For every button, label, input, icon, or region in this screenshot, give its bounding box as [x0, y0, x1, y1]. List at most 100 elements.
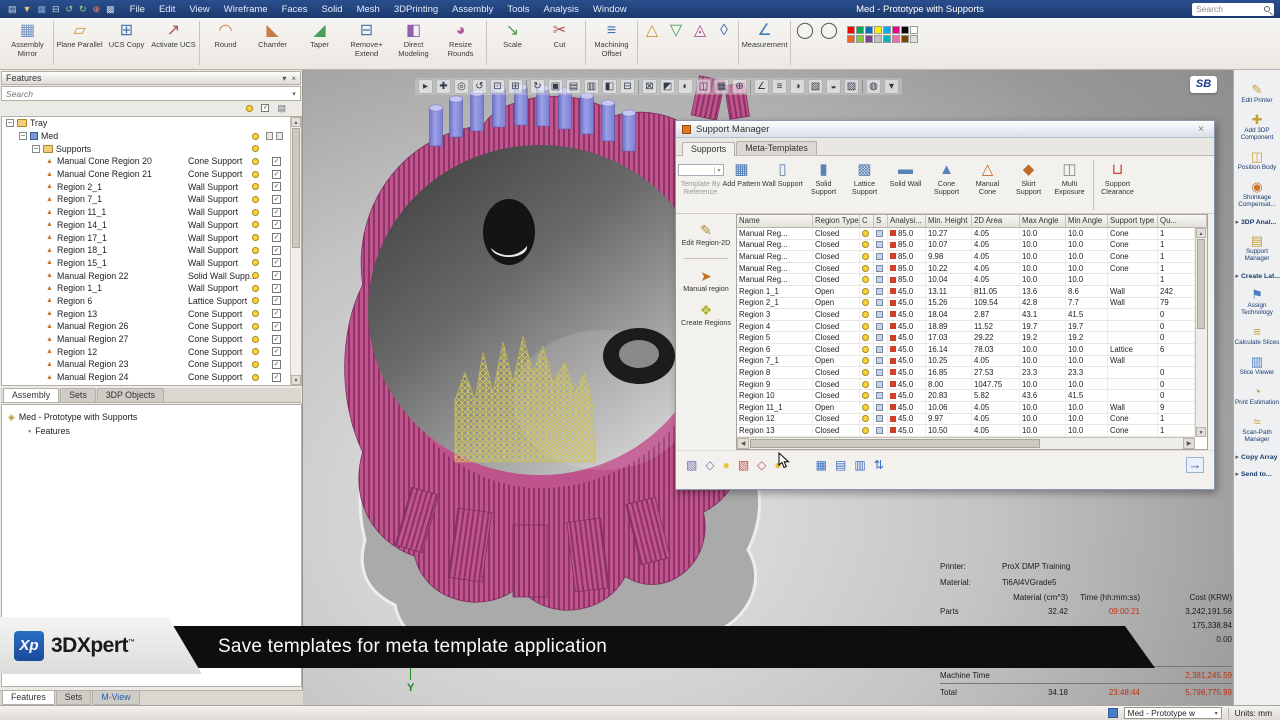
cell-visibility[interactable] — [860, 332, 874, 343]
tree-row[interactable]: ▲ Manual Region 24 Cone Support ✓ — [2, 371, 290, 384]
cell-solid[interactable] — [874, 413, 888, 425]
scroll-up-icon[interactable]: ▲ — [1196, 228, 1206, 238]
tool-add-pattern[interactable]: ▦ Add Pattern — [721, 160, 762, 188]
scroll-down-icon[interactable]: ▼ — [1196, 427, 1206, 437]
tool-edit-region-2d[interactable]: ✎ Edit Region-2D — [680, 222, 732, 247]
visibility-bulb-icon[interactable] — [252, 183, 259, 191]
tree-row[interactable]: ▲ Manual Cone Region 20 Cone Support ✓ — [2, 155, 290, 168]
table-row[interactable]: Region 5 Closed 45.0 17.03 29.22 19.2 19.2 0 — [737, 332, 1195, 344]
ribbon-tool-button[interactable]: ▽ — [664, 21, 688, 59]
visibility-column-icon[interactable] — [246, 104, 254, 112]
visibility-bulb-icon[interactable] — [252, 246, 259, 254]
tree-row[interactable]: − Tray — [2, 117, 290, 130]
scroll-thumb[interactable] — [750, 439, 1040, 448]
visibility-bulb-icon[interactable] — [252, 284, 259, 292]
visibility-bulb-icon[interactable] — [252, 348, 259, 356]
ribbon-cut[interactable]: ✂ Cut — [536, 21, 583, 59]
print-icon[interactable]: ⊟ — [52, 4, 60, 14]
cell-visibility[interactable] — [860, 378, 874, 390]
sidebar-item-scan-path-manager[interactable]: ≈ Scan-Path Manager — [1234, 414, 1280, 443]
visibility-bulb-icon[interactable] — [252, 157, 259, 165]
cell-solid[interactable] — [874, 285, 888, 297]
menu-window[interactable]: Window — [586, 4, 634, 15]
column-header-support-type[interactable]: Support type — [1108, 215, 1158, 227]
column-header-s[interactable]: S — [874, 215, 888, 227]
tree-row[interactable]: − Med — [2, 130, 290, 143]
table-row[interactable]: Region 13 Closed 45.0 10.50 4.05 10.0 10.0 Cone… — [737, 425, 1195, 437]
cell-visibility[interactable] — [860, 343, 874, 355]
ribbon-tool-button[interactable]: ◯ — [793, 21, 817, 59]
tool-create-regions[interactable]: ❖ Create Regions — [680, 302, 732, 327]
visibility-bulb-icon[interactable] — [252, 322, 259, 330]
more-icon[interactable]: ▾ — [884, 79, 899, 94]
dialog-tab-supports[interactable]: Supports — [682, 142, 736, 156]
dialog-tab-meta-templates[interactable]: Meta-Templates — [736, 141, 817, 155]
assembly-features-row[interactable]: ▪ Features — [2, 424, 301, 438]
palette-color-swatch[interactable] — [901, 35, 909, 43]
checkbox[interactable]: ✓ — [272, 233, 281, 243]
cell-visibility[interactable] — [860, 425, 874, 436]
sidebar-group-send-to[interactable]: ▸ Send to... — [1236, 470, 1280, 479]
template-combo[interactable]: ▾ — [677, 164, 724, 176]
table-row[interactable]: Region 4 Closed 45.0 18.89 11.52 19.7 19.7 0 — [737, 320, 1195, 333]
table-row[interactable]: Region 10 Closed 45.0 20.83 5.82 43.6 41.5 0 — [737, 390, 1195, 402]
checkbox[interactable]: ✓ — [272, 258, 281, 268]
column-header-max-angle[interactable]: Max Angle — [1020, 215, 1066, 227]
measure-icon[interactable]: ≡ — [772, 79, 787, 94]
tool-multi-exposure[interactable]: ◫ Multi Exposure — [1049, 160, 1090, 196]
checkbox[interactable]: ✓ — [272, 334, 281, 344]
ucs-icon[interactable]: ⊕ — [93, 4, 101, 14]
tab-sets[interactable]: Sets — [60, 388, 96, 402]
ribbon-tool-button[interactable]: ◯ — [817, 21, 841, 59]
sidebar-item-calculate-slices[interactable]: ≡ Calculate Slices — [1234, 324, 1280, 346]
palette-color-swatch[interactable] — [856, 35, 864, 43]
palette-color-swatch[interactable] — [847, 35, 855, 43]
column-header-name[interactable]: Name — [737, 215, 813, 227]
sidebar-item-shrinkage-compensat[interactable]: ◉ Shrinkage Compensat... — [1234, 179, 1280, 208]
features-search-input[interactable] — [2, 88, 288, 99]
visibility-bulb-icon[interactable] — [252, 310, 259, 318]
cell-solid[interactable] — [874, 239, 888, 251]
checkbox[interactable]: ✓ — [272, 309, 281, 319]
menu-analysis[interactable]: Analysis — [537, 4, 586, 15]
palette-color-swatch[interactable] — [874, 35, 882, 43]
apply-icon[interactable]: → — [1186, 456, 1204, 473]
scroll-down-icon[interactable]: ▼ — [291, 375, 301, 385]
dialog-title-bar[interactable]: Support Manager × — [676, 121, 1214, 138]
pin-icon[interactable]: ▾ — [282, 74, 286, 83]
cell-solid[interactable] — [874, 378, 888, 390]
cell-solid[interactable] — [874, 297, 888, 309]
previous-view-icon[interactable]: ↻ — [530, 79, 545, 94]
light-icon[interactable]: ◐ — [678, 79, 693, 94]
column-header-analysi[interactable]: Analysi... — [888, 215, 926, 227]
tree-row[interactable]: ▲ Region 1_1 Wall Support ✓ — [2, 282, 290, 295]
axis-icon[interactable]: ∠ — [754, 79, 769, 94]
new-file-icon[interactable]: ▤ — [8, 4, 17, 14]
view-top-icon[interactable]: ⊟ — [620, 79, 635, 94]
checkbox[interactable]: ✓ — [272, 347, 281, 357]
cell-solid[interactable] — [874, 390, 888, 401]
save-icon[interactable]: ▦ — [37, 4, 46, 14]
cell-solid[interactable] — [874, 343, 888, 355]
ribbon-remove-extend[interactable]: ⊟ Remove+ Extend — [343, 21, 390, 59]
visibility-bulb-icon[interactable] — [252, 208, 259, 216]
cell-visibility[interactable] — [860, 274, 874, 285]
tool-solid-support[interactable]: ▮ Solid Support — [803, 160, 844, 196]
visibility-bulb-icon[interactable] — [252, 297, 259, 305]
zoom-fit-icon[interactable]: ⊡ — [490, 79, 505, 94]
show-region-icon[interactable]: ◇ — [705, 458, 714, 472]
checkbox[interactable]: ✓ — [272, 283, 281, 293]
display-mode-icon[interactable]: ◑ — [790, 79, 805, 94]
tree-row[interactable]: ▲ Manual Region 27 Cone Support ✓ — [2, 333, 290, 346]
sidebar-item-assign-technology[interactable]: ⚑ Assign Technology — [1234, 287, 1280, 316]
section-icon[interactable]: ◫ — [696, 79, 711, 94]
palette-color-swatch[interactable] — [856, 26, 864, 34]
ribbon-direct-modeling[interactable]: ◧ Direct Modeling — [390, 21, 437, 59]
menu-view[interactable]: View — [182, 4, 216, 15]
chevron-down-icon[interactable]: ▾ — [288, 90, 300, 98]
cell-visibility[interactable] — [860, 320, 874, 332]
ribbon-measurement[interactable]: ∠ Measurement — [741, 21, 788, 59]
table-row[interactable]: Region 12 Closed 45.0 9.97 4.05 10.0 10.0 Cone 1 — [737, 413, 1195, 426]
scroll-thumb[interactable] — [292, 128, 300, 248]
visibility-bulb-icon[interactable] — [252, 145, 259, 153]
